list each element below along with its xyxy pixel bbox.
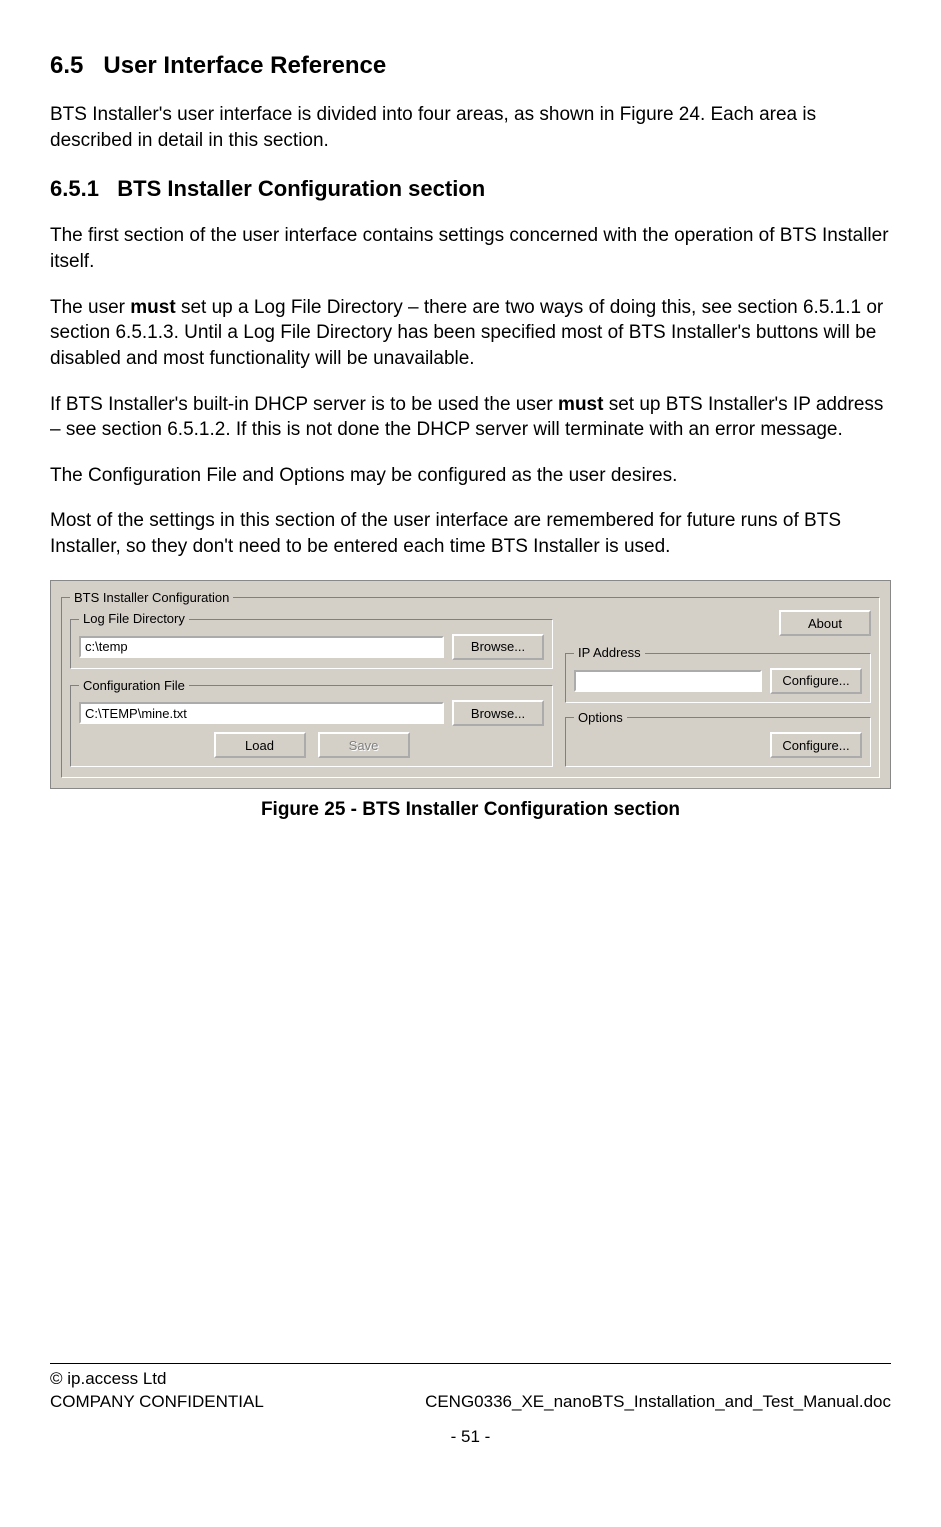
heading-number: 6.5.1 bbox=[50, 176, 99, 201]
fieldset-ip-address: IP Address Configure... bbox=[565, 644, 871, 703]
emphasis-must: must bbox=[130, 297, 175, 318]
configure-options-button[interactable]: Configure... bbox=[770, 732, 862, 758]
page-footer: © ip.access Ltd COMPANY CONFIDENTIAL CEN… bbox=[50, 1363, 891, 1414]
legend: Options bbox=[574, 709, 627, 727]
heading-6-5: 6.5 User Interface Reference bbox=[50, 50, 891, 82]
fieldset-configuration-file: Configuration File Browse... Load Save bbox=[70, 677, 553, 768]
browse-log-button[interactable]: Browse... bbox=[452, 634, 544, 660]
paragraph: The Configuration File and Options may b… bbox=[50, 463, 891, 489]
log-file-directory-input[interactable] bbox=[79, 636, 444, 658]
browse-config-button[interactable]: Browse... bbox=[452, 700, 544, 726]
legend: Configuration File bbox=[79, 677, 189, 695]
heading-6-5-1: 6.5.1 BTS Installer Configuration sectio… bbox=[50, 174, 891, 204]
save-button[interactable]: Save bbox=[318, 732, 410, 758]
footer-docname: CENG0336_XE_nanoBTS_Installation_and_Tes… bbox=[425, 1391, 891, 1414]
ip-address-input[interactable] bbox=[574, 670, 762, 692]
legend: BTS Installer Configuration bbox=[70, 589, 233, 607]
paragraph: If BTS Installer's built-in DHCP server … bbox=[50, 392, 891, 443]
fieldset-log-file-directory: Log File Directory Browse... bbox=[70, 610, 553, 669]
footer-copyright: © ip.access Ltd bbox=[50, 1368, 891, 1391]
paragraph: The first section of the user interface … bbox=[50, 223, 891, 274]
heading-title: User Interface Reference bbox=[103, 52, 386, 79]
emphasis-must: must bbox=[558, 394, 603, 415]
page-number: - 51 - bbox=[50, 1426, 891, 1449]
configure-ip-button[interactable]: Configure... bbox=[770, 668, 862, 694]
heading-title: BTS Installer Configuration section bbox=[117, 176, 485, 201]
figure-caption: Figure 25 - BTS Installer Configuration … bbox=[50, 797, 891, 823]
load-button[interactable]: Load bbox=[214, 732, 306, 758]
legend: Log File Directory bbox=[79, 610, 189, 628]
footer-confidential: COMPANY CONFIDENTIAL bbox=[50, 1391, 264, 1414]
legend: IP Address bbox=[574, 644, 645, 662]
about-button[interactable]: About bbox=[779, 610, 871, 636]
fieldset-bts-installer-configuration: BTS Installer Configuration Log File Dir… bbox=[61, 589, 880, 779]
fieldset-options: Options Configure... bbox=[565, 709, 871, 768]
configuration-file-input[interactable] bbox=[79, 702, 444, 724]
paragraph: The user must set up a Log File Director… bbox=[50, 295, 891, 372]
heading-number: 6.5 bbox=[50, 52, 83, 79]
paragraph: Most of the settings in this section of … bbox=[50, 508, 891, 559]
paragraph: BTS Installer's user interface is divide… bbox=[50, 102, 891, 153]
bts-installer-config-panel: BTS Installer Configuration Log File Dir… bbox=[50, 580, 891, 790]
